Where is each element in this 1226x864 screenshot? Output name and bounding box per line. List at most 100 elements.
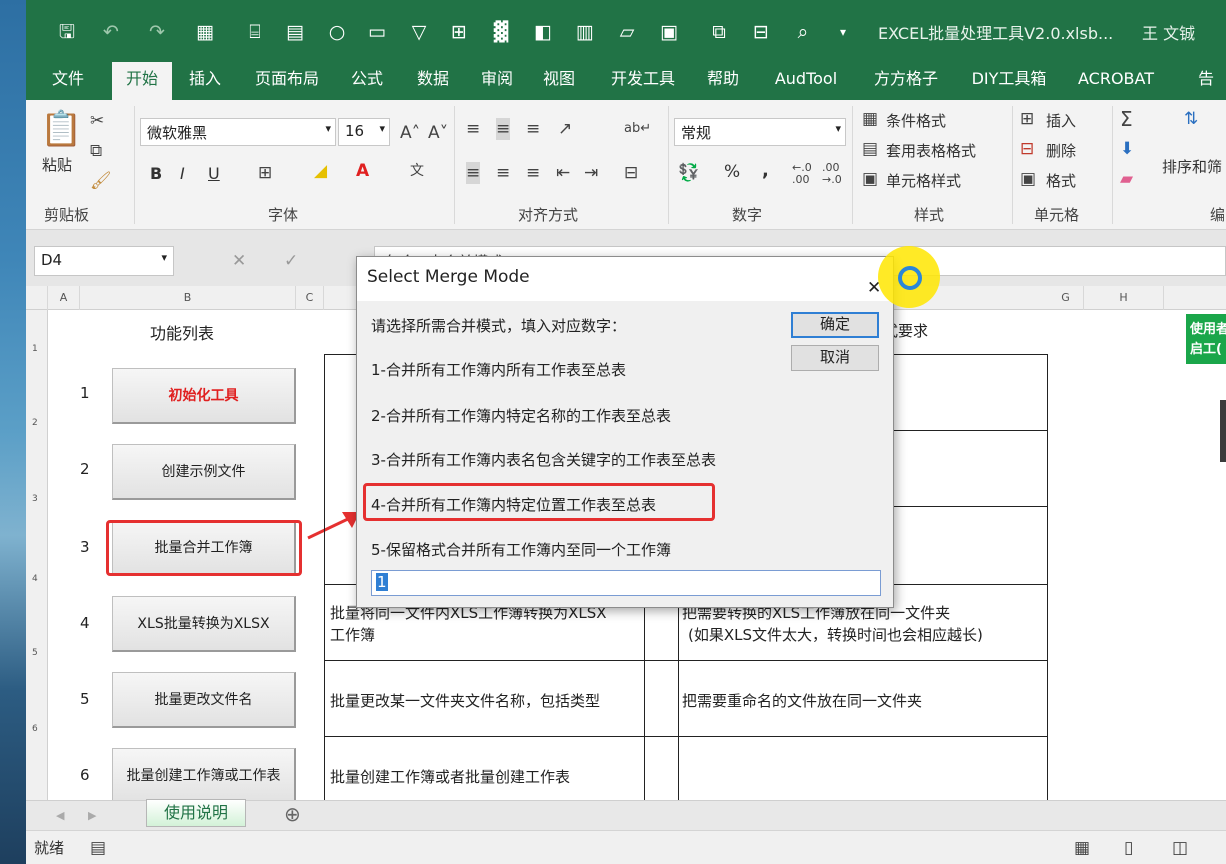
tab-developer[interactable]: 开发工具 [602,62,684,100]
wrap-text-icon[interactable]: ab↵ [624,118,651,140]
conditional-format-button[interactable]: 条件格式 [886,110,946,131]
align-bottom-icon[interactable]: ≡ [526,118,540,140]
number-format-select[interactable]: 常规 ▾ [674,118,846,146]
increase-indent-icon[interactable]: ⇥ [584,162,598,184]
delete-cells-button[interactable]: 删除 [1046,140,1076,161]
row-header[interactable]: 2 [32,418,38,428]
sort-filter-icon[interactable]: ⇅ [1184,108,1198,130]
fill-color-icon[interactable]: ◢ [314,160,327,182]
fill-icon[interactable]: ⬇ [1120,138,1134,160]
comma-button[interactable]: , [762,160,769,181]
sheet-tab-instructions[interactable]: 使用说明 [146,799,246,827]
italic-button[interactable]: I [180,164,185,183]
format-cells-icon[interactable]: ▣ [1020,168,1036,190]
redo-icon[interactable]: ↷ [144,20,170,44]
increase-decimal-icon[interactable]: ←.0.00 [792,162,812,186]
tab-fangfang[interactable]: 方方格子 [864,62,948,100]
cancel-icon[interactable]: ✕ [232,250,246,272]
create-sample-button[interactable]: 创建示例文件 [112,444,296,500]
side-panel-toggle[interactable]: ‹ [1220,400,1226,462]
next-sheet-icon[interactable]: ▶ [88,805,96,827]
cell-style-button[interactable]: 单元格样式 [886,170,961,191]
undo-icon[interactable]: ↶ [98,20,124,44]
column-header[interactable]: A [48,286,80,310]
split-icon[interactable]: ◧ [530,20,556,44]
insert-cells-button[interactable]: 插入 [1046,110,1076,131]
tab-tell-me[interactable]: 告 [1186,62,1226,100]
tab-diy[interactable]: DIY工具箱 [964,62,1054,100]
clear-icon[interactable]: ▰ [1120,168,1133,190]
tab-file[interactable]: 文件 [40,62,96,100]
delete-cells-icon[interactable]: ⊟ [1020,138,1034,160]
row-header[interactable]: 6 [32,724,38,734]
row-header[interactable]: 5 [32,648,38,658]
percent-button[interactable]: % [724,162,740,182]
decrease-decimal-icon[interactable]: .00 →.0 [822,162,842,186]
grow-font-icon[interactable]: A˄ [400,122,420,144]
tab-insert[interactable]: 插入 [180,62,230,100]
column-header[interactable]: H [1084,286,1164,310]
autosum-icon[interactable]: Σ [1120,108,1133,130]
borders-icon[interactable]: ⊞ [258,162,272,184]
cancel-button[interactable]: 取消 [791,345,879,371]
phonetic-icon[interactable]: 文 [410,160,424,182]
page-break-icon[interactable]: ◫ [1172,837,1188,859]
conditional-format-icon[interactable]: ▦ [862,108,878,130]
form-icon[interactable]: ▭ [364,20,390,44]
table-format-button[interactable]: 套用表格格式 [886,140,976,161]
normal-view-icon[interactable]: ▦ [1074,837,1090,859]
create-workbooks-button[interactable]: 批量创建工作簿或工作表 [112,748,296,804]
rename-files-button[interactable]: 批量更改文件名 [112,672,296,728]
preview-icon[interactable]: ⌕ [790,20,816,44]
copy-icon[interactable]: ⧉ [706,20,732,44]
filter-icon[interactable]: ▽ [406,20,432,44]
tab-review[interactable]: 审阅 [474,62,520,100]
underline-button[interactable]: U [208,164,220,183]
customize-icon[interactable]: ▾ [830,20,856,44]
column-header[interactable]: G [1048,286,1084,310]
init-tool-button[interactable]: 初始化工具 [112,368,296,424]
border-icon[interactable]: ⊞ [446,20,472,44]
chart-icon[interactable]: ▓ [488,20,514,44]
column-header[interactable]: C [296,286,324,310]
cut-icon[interactable]: ✂ [90,110,104,132]
align-left-icon[interactable]: ≡ [466,162,481,184]
circle-icon[interactable]: ○ [324,20,350,44]
align-center-icon[interactable]: ≡ [496,162,510,184]
bold-button[interactable]: B [150,164,162,183]
paste-button[interactable]: 粘贴 [42,154,72,175]
tab-help[interactable]: 帮助 [700,62,746,100]
xls-to-xlsx-button[interactable]: XLS批量转换为XLSX [112,596,296,652]
row-header[interactable]: 1 [32,344,38,354]
row-header[interactable]: 4 [32,574,38,584]
tab-formulas[interactable]: 公式 [344,62,390,100]
page-layout-icon[interactable]: ▯ [1124,837,1133,859]
frame-icon[interactable]: ⊟ [748,20,774,44]
align-right-icon[interactable]: ≡ [526,162,540,184]
font-color-icon[interactable]: A [356,160,369,182]
grid-icon[interactable]: ▤ [282,20,308,44]
format-painter-icon[interactable]: 🖌 [90,170,112,192]
ok-button[interactable]: 确定 [791,312,879,338]
macro-record-icon[interactable]: ▤ [90,837,106,859]
mode-input[interactable]: 1 [371,570,881,596]
columns-icon[interactable]: ▥ [572,20,598,44]
select-all[interactable] [26,286,48,310]
tab-page-layout[interactable]: 页面布局 [248,62,326,100]
name-box[interactable]: D4 ▾ [34,246,174,276]
tab-home[interactable]: 开始 [112,62,172,100]
table-icon[interactable]: ▦ [192,20,218,44]
cell-style-icon[interactable]: ▣ [862,168,878,190]
export-icon[interactable]: ▣ [656,20,682,44]
insert-cells-icon[interactable]: ⊞ [1020,108,1034,130]
align-top-icon[interactable]: ≡ [466,118,480,140]
enter-icon[interactable]: ✓ [284,250,298,272]
decrease-indent-icon[interactable]: ⇤ [556,162,570,184]
add-sheet-icon[interactable]: ⊕ [284,803,301,825]
sheet-icon[interactable]: ⌸ [242,20,268,44]
prev-sheet-icon[interactable]: ◀ [56,805,64,827]
font-size-select[interactable]: 16 ▾ [338,118,390,146]
row-header[interactable]: 3 [32,494,38,504]
tab-view[interactable]: 视图 [536,62,582,100]
column-header[interactable]: B [80,286,296,310]
